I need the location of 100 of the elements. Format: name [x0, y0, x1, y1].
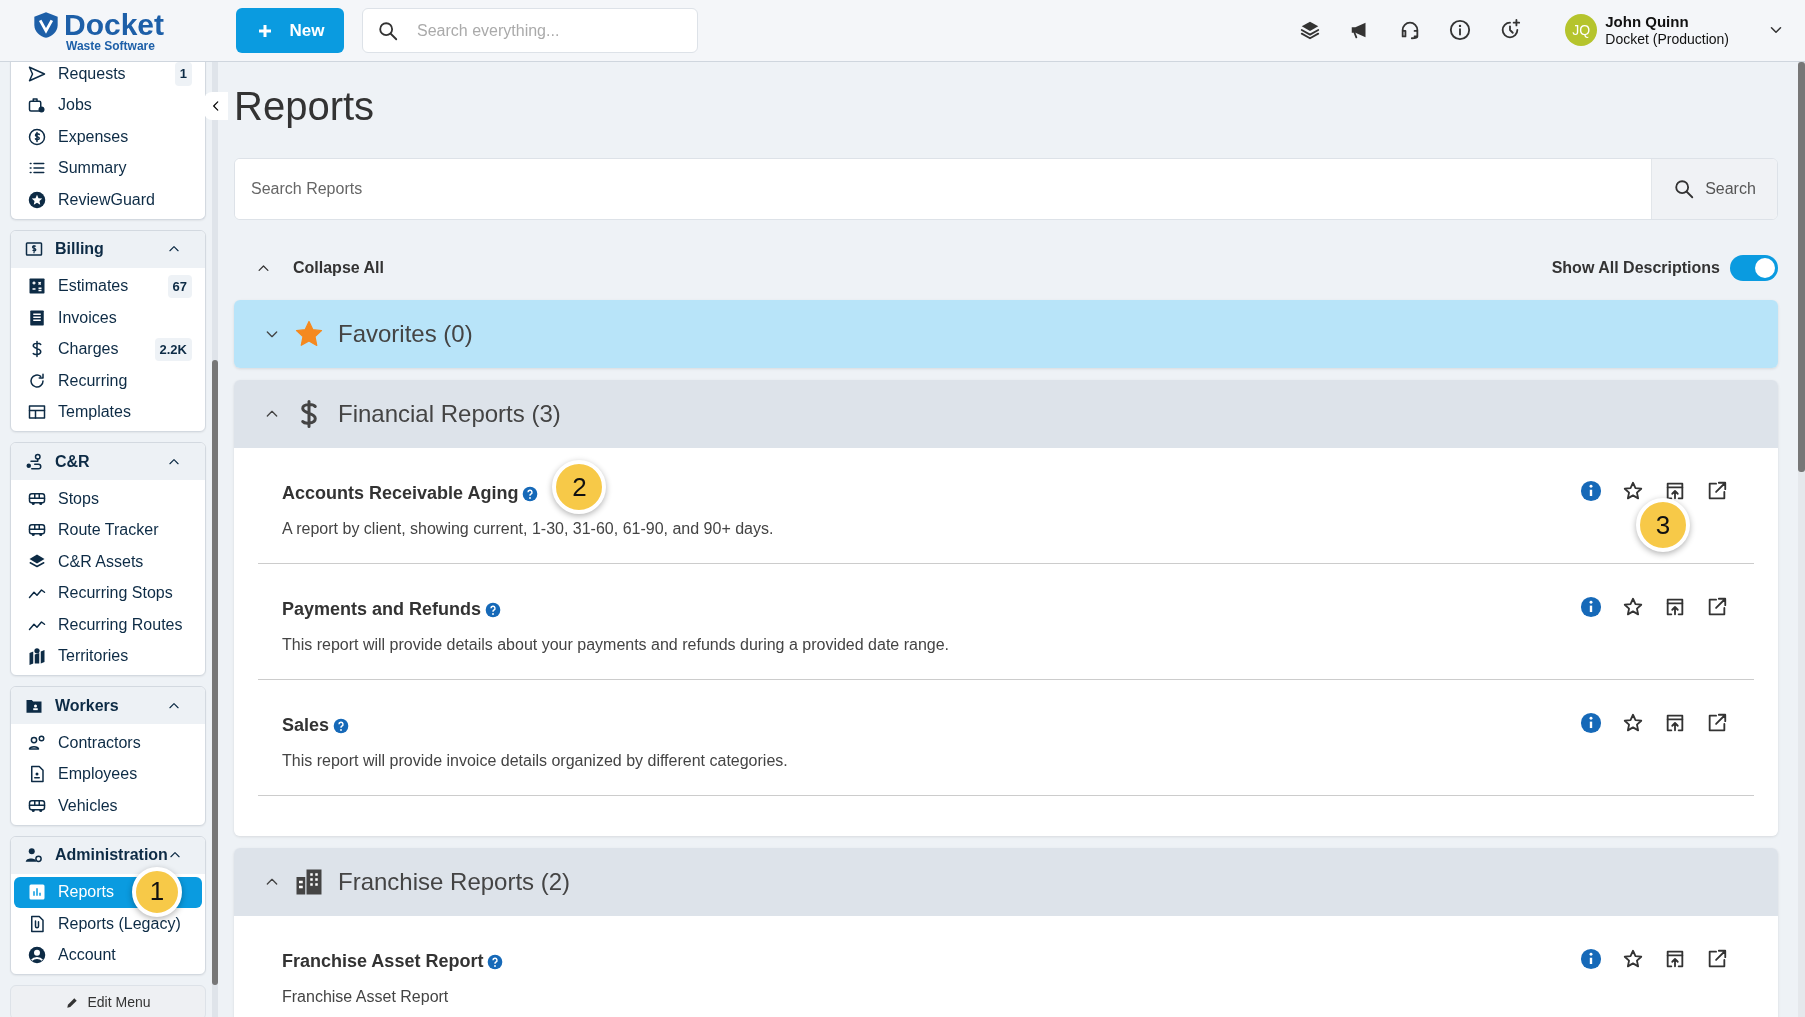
map-pin-icon — [28, 647, 46, 666]
section-title: Favorites (0) — [338, 319, 473, 349]
star-circle-icon — [28, 190, 46, 209]
menu-item[interactable]: Estimates 67 — [14, 270, 202, 302]
layers-icon[interactable] — [1299, 19, 1322, 42]
external-link-icon[interactable] — [1706, 480, 1728, 502]
menu-item[interactable]: Vehicles — [14, 790, 202, 822]
section-header[interactable]: Favorites (0) — [234, 300, 1778, 368]
help-icon[interactable] — [485, 601, 502, 618]
scrollbar-thumb[interactable] — [212, 360, 218, 985]
help-icon[interactable] — [522, 485, 539, 502]
menu-item[interactable]: Route Tracker — [14, 514, 202, 546]
organization-name: Docket (Production) — [1605, 31, 1729, 48]
buildings-icon — [294, 867, 324, 897]
menu-group-header[interactable]: Workers — [11, 687, 205, 724]
star-icon — [294, 319, 324, 349]
user-name: John Quinn — [1605, 13, 1690, 32]
info-icon[interactable] — [1580, 480, 1602, 502]
section-header[interactable]: Franchise Reports (2) — [234, 848, 1778, 916]
collapse-sidebar-button[interactable] — [204, 92, 228, 120]
star-icon[interactable] — [1622, 948, 1644, 970]
menu-item[interactable]: Expenses — [14, 121, 202, 153]
info-icon[interactable] — [1580, 948, 1602, 970]
menu-item[interactable]: Recurring Routes — [14, 609, 202, 641]
toggle-switch[interactable] — [1730, 255, 1778, 281]
receipt-icon — [28, 308, 46, 327]
menu-item[interactable]: ReviewGuard — [14, 184, 202, 216]
dollar-circle-icon — [28, 127, 46, 146]
chart-icon — [28, 883, 46, 902]
star-icon[interactable] — [1622, 596, 1644, 618]
star-icon[interactable] — [1622, 480, 1644, 502]
route-icon — [25, 452, 43, 471]
menu-item[interactable]: Employees — [14, 758, 202, 790]
external-link-icon[interactable] — [1706, 948, 1728, 970]
menu-item[interactable]: Stops — [14, 483, 202, 515]
logo-title: Docket — [64, 9, 165, 40]
layout-icon — [28, 403, 46, 422]
help-icon[interactable] — [487, 953, 504, 970]
bill-icon — [25, 240, 43, 258]
menu-item[interactable]: Charges 2.2K — [14, 333, 202, 365]
report-search-box[interactable]: Search Reports Search — [234, 158, 1778, 220]
document-clip-icon — [28, 914, 46, 933]
star-icon[interactable] — [1622, 712, 1644, 734]
menu-group-header[interactable]: Administration — [11, 836, 205, 874]
menu-item[interactable]: Jobs — [14, 89, 202, 121]
menu-item[interactable]: Recurring Stops — [14, 577, 202, 609]
search-icon — [377, 19, 400, 42]
pencil-icon — [65, 995, 80, 1010]
report-description: A report by client, showing current, 1-30, 31-60, 61-90, and 90+ days. — [282, 519, 774, 539]
info-icon[interactable] — [1580, 596, 1602, 618]
search-box[interactable]: Search everything... — [362, 8, 699, 53]
scrollbar-thumb[interactable] — [1798, 62, 1805, 472]
count-badge: 67 — [167, 274, 192, 298]
toggle-label: Show All Descriptions — [1551, 258, 1720, 278]
report-description: Franchise Asset Report — [282, 987, 450, 1007]
upload-window-icon[interactable] — [1664, 480, 1686, 502]
menu-item[interactable]: Account — [14, 939, 202, 971]
search-field[interactable]: Search everything... — [415, 17, 684, 44]
info-icon[interactable] — [1449, 19, 1472, 42]
menu-item[interactable]: Requests 1 — [14, 62, 202, 90]
external-link-icon[interactable] — [1706, 712, 1728, 734]
report-name[interactable]: Payments and Refunds — [282, 596, 482, 623]
report-description: This report will provide invoice details organized by different categories. — [282, 751, 788, 771]
id-card-icon — [28, 765, 46, 784]
menu-item[interactable]: Invoices — [14, 302, 202, 334]
count-badge: 1 — [174, 62, 192, 86]
menu-group-header[interactable]: Billing — [11, 230, 205, 268]
search-button[interactable]: Search — [1651, 159, 1777, 219]
refresh-icon — [28, 371, 46, 390]
send-icon — [28, 64, 46, 83]
edit-menu-button[interactable]: Edit Menu — [10, 985, 206, 1017]
menu-item[interactable]: C&R Assets — [14, 546, 202, 578]
menu-item[interactable]: Summary — [14, 152, 202, 184]
collapse-all-button[interactable]: Collapse All — [256, 256, 384, 280]
section-title: Financial Reports (3) — [338, 399, 561, 429]
count-badge: 2.2K — [154, 337, 192, 361]
logo-subtitle: Waste Software — [66, 39, 156, 52]
info-icon[interactable] — [1580, 712, 1602, 734]
upload-window-icon[interactable] — [1664, 712, 1686, 734]
menu-item[interactable]: Contractors — [14, 727, 202, 759]
section-title: Franchise Reports (2) — [338, 867, 571, 897]
section-header[interactable]: Financial Reports (3) — [234, 380, 1778, 448]
report-description: This report will provide details about your payments and refunds during a provided date range. — [282, 635, 950, 655]
report-name[interactable]: Accounts Receivable Aging — [282, 480, 519, 507]
menu-item[interactable]: Templates — [14, 396, 202, 428]
upload-window-icon[interactable] — [1664, 948, 1686, 970]
menu-item[interactable]: Territories — [14, 640, 202, 672]
menu-item[interactable]: Recurring — [14, 365, 202, 397]
user-circle-icon — [28, 946, 46, 965]
logo-icon — [32, 10, 60, 39]
help-icon[interactable] — [333, 717, 350, 734]
upload-window-icon[interactable] — [1664, 596, 1686, 618]
briefcase-clock-icon — [28, 96, 46, 115]
search-icon — [1673, 178, 1696, 200]
report-name[interactable]: Franchise Asset Report — [282, 948, 484, 975]
calculator-icon — [28, 277, 46, 296]
report-name[interactable]: Sales — [282, 712, 330, 739]
menu-group-header[interactable]: C&R — [11, 443, 205, 480]
external-link-icon[interactable] — [1706, 596, 1728, 618]
user-avatar: JQ — [1565, 14, 1598, 47]
